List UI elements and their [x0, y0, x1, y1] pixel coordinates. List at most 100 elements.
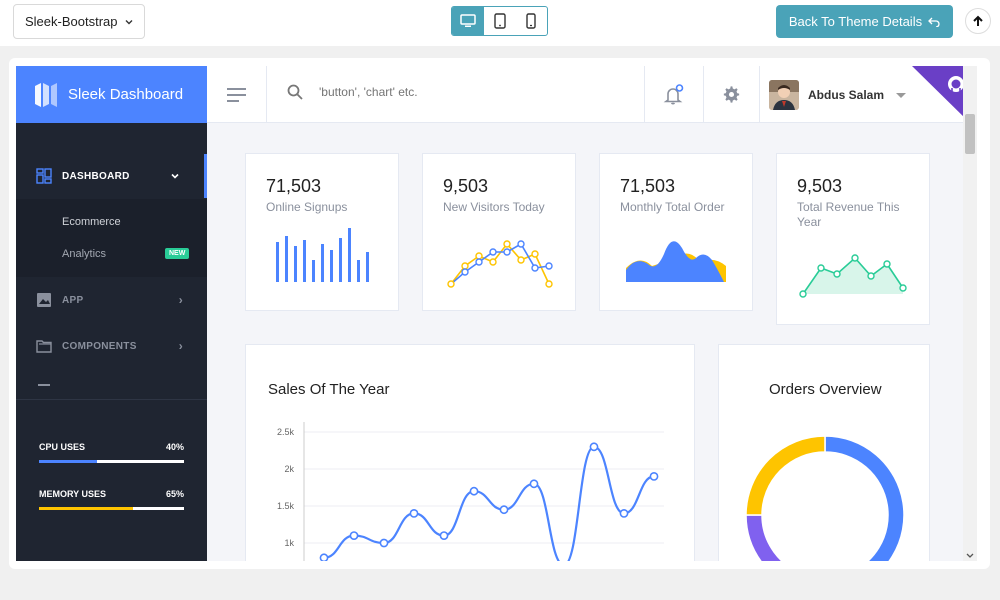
back-button-label: Back To Theme Details: [789, 14, 922, 29]
spark-bar: [366, 252, 369, 282]
stat-card-visitors: 9,503 New Visitors Today: [422, 153, 576, 311]
memory-track: [39, 507, 184, 510]
user-menu[interactable]: Abdus Salam: [769, 80, 906, 110]
menu-icon: [227, 88, 247, 102]
sales-point: [590, 443, 597, 450]
sales-point: [650, 473, 657, 480]
memory-meter: MEMORY USES 65%: [39, 489, 184, 510]
chevron-down-icon: [124, 17, 134, 27]
spark-point: [504, 249, 510, 255]
cpu-value: 40%: [166, 442, 184, 452]
spark-bar: [303, 240, 306, 282]
github-corner-icon[interactable]: [912, 66, 970, 123]
return-arrow-icon: [928, 17, 940, 27]
sidebar-item-components[interactable]: COMPONENTS ›: [16, 324, 207, 368]
stat-value: 71,503: [620, 176, 675, 197]
dashboard-submenu: Ecommerce Analytics NEW: [16, 199, 207, 277]
stat-card-signups: 71,503 Online Signups: [245, 153, 399, 311]
y-tick-label: 2k: [284, 464, 294, 474]
donut-slice: [746, 436, 825, 515]
brand[interactable]: Sleek Dashboard: [16, 66, 207, 123]
scroll-top-button[interactable]: [965, 8, 991, 34]
gear-icon: [723, 86, 740, 103]
stat-label: New Visitors Today: [443, 200, 558, 215]
sales-point: [620, 510, 627, 517]
y-tick-label: 2.5k: [277, 427, 295, 437]
avatar: [769, 80, 799, 110]
memory-value: 65%: [166, 489, 184, 499]
spark-point: [884, 261, 890, 267]
sidebar-item-app[interactable]: APP ›: [16, 278, 207, 322]
chevron-right-icon: ›: [179, 293, 183, 307]
memory-fill: [39, 507, 133, 510]
sales-card: Sales Of The Year 2.5k2k1.5k1k: [245, 344, 695, 561]
user-photo: [769, 80, 799, 110]
scrollbar[interactable]: [963, 66, 977, 561]
spark-point: [852, 255, 858, 261]
spark-point: [900, 285, 906, 291]
notifications-button[interactable]: [644, 66, 704, 123]
tablet-view-button[interactable]: [484, 7, 516, 35]
bell-icon: [663, 84, 685, 106]
sales-point: [470, 488, 477, 495]
spark-point: [462, 269, 468, 275]
sidebar-item-label: COMPONENTS: [62, 341, 137, 352]
spark-point: [490, 259, 496, 265]
spark-bar: [321, 244, 324, 282]
spark-bar: [312, 260, 315, 282]
submenu-item-analytics[interactable]: Analytics: [62, 248, 106, 260]
stat-card-orders: 71,503 Monthly Total Order: [599, 153, 753, 311]
image-icon: [36, 292, 52, 308]
donut-slice: [746, 515, 806, 561]
revenue-area-sparkline: [797, 246, 911, 298]
spark-point: [834, 271, 840, 277]
spark-point: [532, 251, 538, 257]
stat-value: 9,503: [443, 176, 488, 197]
chevron-right-icon: ›: [179, 339, 183, 353]
scrollbar-thumb[interactable]: [965, 114, 975, 154]
spark-point: [818, 265, 824, 271]
spark-bar: [339, 238, 342, 282]
spark-area-blue: [626, 241, 724, 282]
sales-point: [380, 539, 387, 546]
spark-point: [490, 249, 496, 255]
stat-card-revenue: 9,503 Total Revenue This Year: [776, 153, 930, 325]
mobile-view-button[interactable]: [515, 7, 547, 35]
scroll-down-icon[interactable]: [966, 553, 974, 559]
spark-point: [462, 263, 468, 269]
back-to-theme-button[interactable]: Back To Theme Details: [776, 5, 953, 38]
sales-point: [530, 480, 537, 487]
spark-bar: [357, 260, 360, 282]
submenu-item-ecommerce[interactable]: Ecommerce: [62, 216, 121, 228]
brand-title: Sleek Dashboard: [68, 86, 183, 103]
sales-line: [324, 447, 654, 561]
spark-bar: [348, 228, 351, 282]
search-bar: [287, 84, 539, 100]
search-input[interactable]: [319, 85, 539, 99]
arrow-up-icon: [972, 15, 984, 27]
sidebar-item-label: DASHBOARD: [62, 171, 130, 182]
sidebar-item-dashboard[interactable]: DASHBOARD: [16, 154, 207, 198]
sales-line-chart: 2.5k2k1.5k1k: [246, 415, 696, 561]
stat-label: Total Revenue This Year: [797, 200, 912, 230]
cpu-label: CPU USES: [39, 442, 85, 452]
signups-bar-sparkline: [274, 226, 378, 286]
preview-frame: Sleek Dashboard DASHBOARD Ecommerce Anal…: [9, 58, 990, 569]
sales-title: Sales Of The Year: [268, 381, 389, 398]
visitors-line-sparkline: [445, 234, 557, 292]
spark-point: [476, 259, 482, 265]
sidebar-item-label: APP: [62, 295, 83, 306]
settings-button[interactable]: [704, 66, 760, 123]
sidebar-toggle-button[interactable]: [207, 66, 267, 123]
dashboard-icon: [36, 168, 52, 184]
sidebar-divider: [16, 399, 207, 400]
stat-value: 9,503: [797, 176, 842, 197]
y-tick-label: 1k: [284, 538, 294, 548]
desktop-view-button[interactable]: [452, 7, 484, 35]
spark-point: [532, 265, 538, 271]
cpu-meter: CPU USES 40%: [39, 442, 184, 463]
stat-label: Monthly Total Order: [620, 200, 735, 215]
sales-point: [320, 554, 327, 561]
spark-point: [546, 263, 552, 269]
theme-select[interactable]: Sleek-Bootstrap: [13, 4, 145, 39]
